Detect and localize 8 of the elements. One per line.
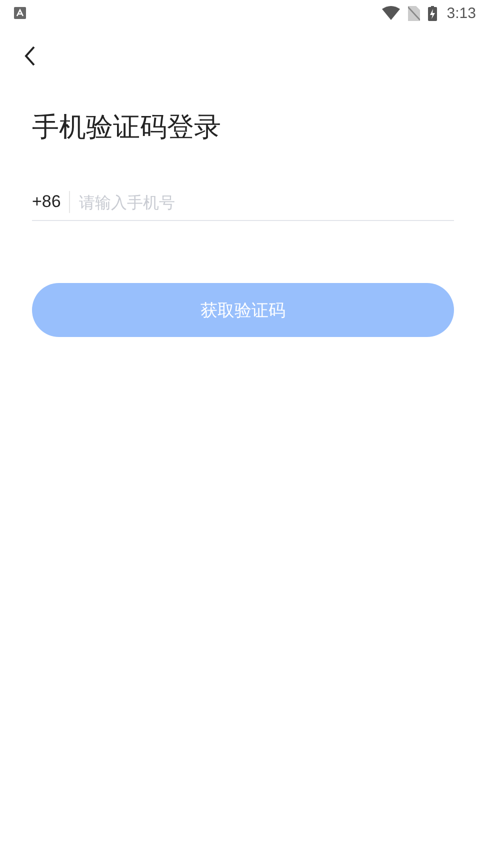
status-time: 3:13 xyxy=(446,4,476,22)
country-code[interactable]: +86 xyxy=(32,191,70,213)
back-icon[interactable] xyxy=(24,46,36,66)
wifi-icon xyxy=(382,6,400,20)
notification-icon xyxy=(14,7,26,19)
no-sim-icon xyxy=(408,6,420,20)
battery-charging-icon xyxy=(428,6,437,20)
page-title: 手机验证码登录 xyxy=(32,111,222,145)
